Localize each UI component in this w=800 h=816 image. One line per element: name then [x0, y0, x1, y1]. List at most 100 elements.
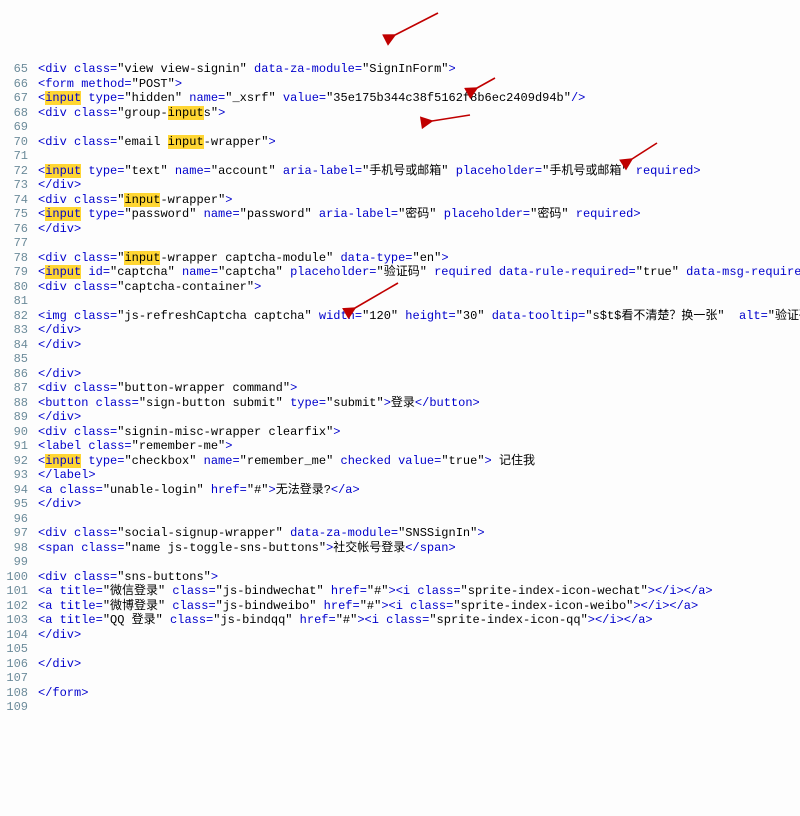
code-line: 75<input type="password" name="password"…	[0, 207, 800, 222]
line-number: 70	[0, 135, 38, 150]
line-number: 81	[0, 294, 38, 309]
line-number: 103	[0, 613, 38, 628]
code-line: 102<a title="微博登录" class="js-bindweibo" …	[0, 599, 800, 614]
code-content: <div class="email input-wrapper">	[38, 135, 276, 150]
line-number: 105	[0, 642, 38, 657]
code-content: <input type="checkbox" name="remember_me…	[38, 454, 535, 469]
code-line: 99	[0, 555, 800, 570]
line-number: 85	[0, 352, 38, 367]
code-content: </div>	[38, 657, 81, 672]
code-line: 78<div class="input-wrapper captcha-modu…	[0, 251, 800, 266]
code-content: <div class="signin-misc-wrapper clearfix…	[38, 425, 340, 440]
code-content: <a title="微信登录" class="js-bindwechat" hr…	[38, 584, 713, 599]
code-line: 66<form method="POST">	[0, 77, 800, 92]
code-content: <input id="captcha" name="captcha" place…	[38, 265, 800, 280]
line-number: 93	[0, 468, 38, 483]
code-line: 101<a title="微信登录" class="js-bindwechat"…	[0, 584, 800, 599]
line-number: 107	[0, 671, 38, 686]
code-content: </form>	[38, 686, 88, 701]
code-line: 92<input type="checkbox" name="remember_…	[0, 454, 800, 469]
code-content: <a class="unable-login" href="#">无法登录?</…	[38, 483, 360, 498]
code-content: </div>	[38, 338, 81, 353]
code-content: <a title="QQ 登录" class="js-bindqq" href=…	[38, 613, 653, 628]
code-content: <img class="js-refreshCaptcha captcha" w…	[38, 309, 800, 324]
line-number: 86	[0, 367, 38, 382]
line-number: 66	[0, 77, 38, 92]
code-content: <form method="POST">	[38, 77, 182, 92]
code-line: 104</div>	[0, 628, 800, 643]
code-content: <span class="name js-toggle-sns-buttons"…	[38, 541, 456, 556]
code-line: 70<div class="email input-wrapper">	[0, 135, 800, 150]
line-number: 96	[0, 512, 38, 527]
line-number: 98	[0, 541, 38, 556]
line-number: 102	[0, 599, 38, 614]
code-listing: 65<div class="view view-signin" data-za-…	[0, 58, 800, 715]
code-line: 103<a title="QQ 登录" class="js-bindqq" hr…	[0, 613, 800, 628]
code-line: 106</div>	[0, 657, 800, 672]
code-content: <div class="view view-signin" data-za-mo…	[38, 62, 456, 77]
code-line: 85	[0, 352, 800, 367]
line-number: 69	[0, 120, 38, 135]
code-line: 69	[0, 120, 800, 135]
code-line: 67<input type="hidden" name="_xsrf" valu…	[0, 91, 800, 106]
line-number: 80	[0, 280, 38, 295]
code-line: 105	[0, 642, 800, 657]
code-line: 73</div>	[0, 178, 800, 193]
code-line: 79<input id="captcha" name="captcha" pla…	[0, 265, 800, 280]
code-line: 86</div>	[0, 367, 800, 382]
code-content: </label>	[38, 468, 96, 483]
line-number: 88	[0, 396, 38, 411]
line-number: 89	[0, 410, 38, 425]
code-line: 108</form>	[0, 686, 800, 701]
code-line: 87<div class="button-wrapper command">	[0, 381, 800, 396]
code-line: 91<label class="remember-me">	[0, 439, 800, 454]
code-line: 109	[0, 700, 800, 715]
line-number: 84	[0, 338, 38, 353]
line-number: 104	[0, 628, 38, 643]
line-number: 101	[0, 584, 38, 599]
code-line: 96	[0, 512, 800, 527]
line-number: 95	[0, 497, 38, 512]
line-number: 97	[0, 526, 38, 541]
line-number: 87	[0, 381, 38, 396]
line-number: 67	[0, 91, 38, 106]
line-number: 100	[0, 570, 38, 585]
code-content: <button class="sign-button submit" type=…	[38, 396, 480, 411]
arrow-annotation	[395, 13, 438, 35]
code-content: <input type="hidden" name="_xsrf" value=…	[38, 91, 585, 106]
line-number: 72	[0, 164, 38, 179]
code-line: 95</div>	[0, 497, 800, 512]
line-number: 76	[0, 222, 38, 237]
code-content: <a title="微博登录" class="js-bindweibo" hre…	[38, 599, 698, 614]
line-number: 73	[0, 178, 38, 193]
code-line: 94<a class="unable-login" href="#">无法登录?…	[0, 483, 800, 498]
code-line: 83</div>	[0, 323, 800, 338]
code-line: 84</div>	[0, 338, 800, 353]
code-line: 77	[0, 236, 800, 251]
code-content: </div>	[38, 367, 81, 382]
code-line: 80<div class="captcha-container">	[0, 280, 800, 295]
line-number: 77	[0, 236, 38, 251]
code-line: 76</div>	[0, 222, 800, 237]
code-content: </div>	[38, 497, 81, 512]
line-number: 109	[0, 700, 38, 715]
code-line: 81	[0, 294, 800, 309]
code-line: 98<span class="name js-toggle-sns-button…	[0, 541, 800, 556]
code-line: 93</label>	[0, 468, 800, 483]
code-content: </div>	[38, 410, 81, 425]
code-content: <div class="input-wrapper captcha-module…	[38, 251, 449, 266]
line-number: 91	[0, 439, 38, 454]
code-content: <div class="social-signup-wrapper" data-…	[38, 526, 485, 541]
code-content: <div class="group-inputs">	[38, 106, 225, 121]
code-content: </div>	[38, 222, 81, 237]
line-number: 94	[0, 483, 38, 498]
code-line: 65<div class="view view-signin" data-za-…	[0, 62, 800, 77]
line-number: 79	[0, 265, 38, 280]
line-number: 99	[0, 555, 38, 570]
code-content: </div>	[38, 628, 81, 643]
line-number: 106	[0, 657, 38, 672]
line-number: 82	[0, 309, 38, 324]
code-line: 90<div class="signin-misc-wrapper clearf…	[0, 425, 800, 440]
code-line: 71	[0, 149, 800, 164]
code-content: <input type="text" name="account" aria-l…	[38, 164, 701, 179]
